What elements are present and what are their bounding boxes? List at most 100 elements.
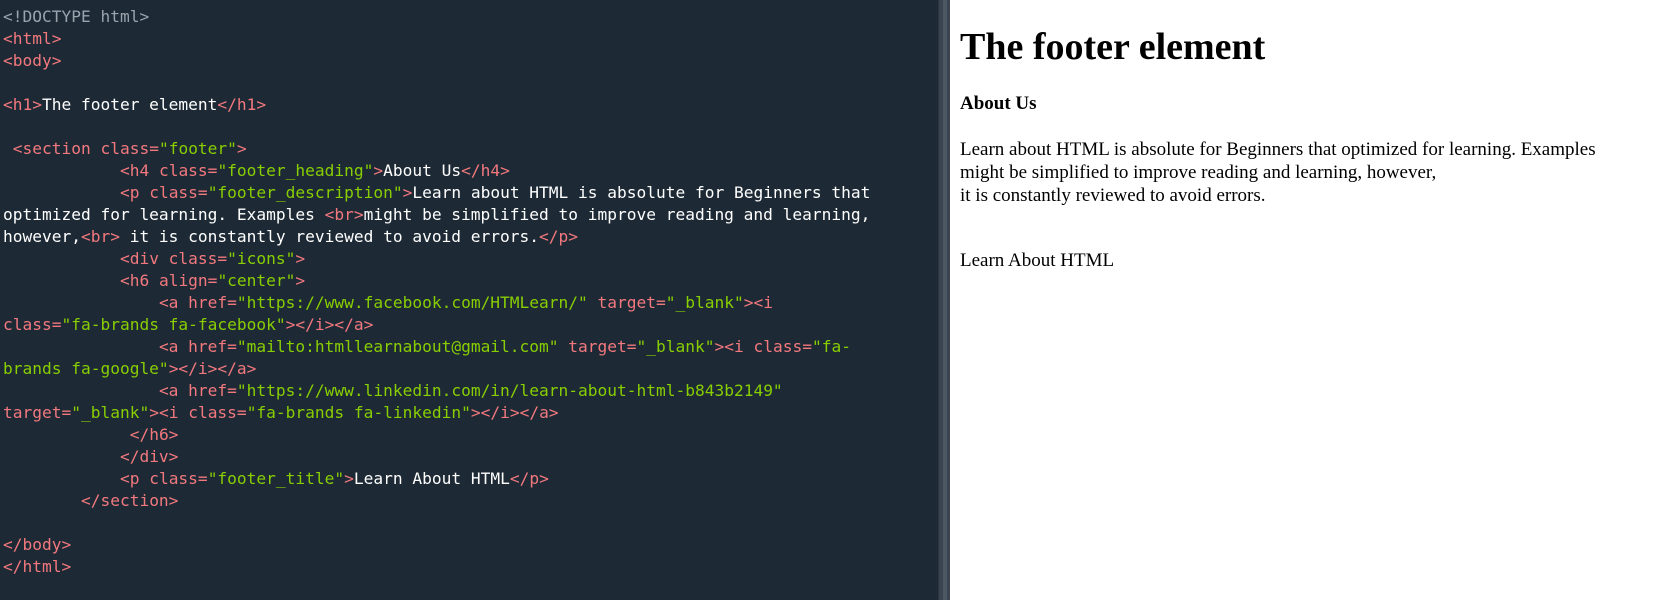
code-token: > xyxy=(373,161,384,180)
code-line: <a href="https://www.facebook.com/HTMLea… xyxy=(3,292,938,314)
code-line: target="_blank"><i class="fa-brands fa-l… xyxy=(3,402,938,424)
code-token: </section> xyxy=(80,491,179,510)
code-token: <div xyxy=(119,249,159,268)
code-editor[interactable]: <!DOCTYPE html> <html> <body> <h1>The foote… xyxy=(0,0,938,600)
result-preview: The footer element About Us Learn about … xyxy=(950,0,1667,600)
code-token: class= xyxy=(3,315,62,334)
code-token: align= xyxy=(149,271,218,290)
code-token: <h1> xyxy=(3,95,42,114)
code-token: class= xyxy=(139,183,208,202)
code-token: <p xyxy=(119,469,140,488)
code-token: class= xyxy=(743,337,812,356)
code-token: "center" xyxy=(217,271,296,290)
code-token: <h6 xyxy=(119,271,150,290)
code-token: target= xyxy=(558,337,637,356)
code-token: > xyxy=(236,139,247,158)
code-token: <a xyxy=(158,293,179,312)
code-token: ><i xyxy=(714,337,744,356)
code-line: <body> xyxy=(3,50,938,72)
code-token: "https://www.facebook.com/HTMLearn/" xyxy=(236,293,588,312)
code-token: "footer_description" xyxy=(207,183,403,202)
code-line: however,<br> it is constantly reviewed t… xyxy=(3,226,938,248)
code-token: </h1> xyxy=(217,95,267,114)
code-token: "footer" xyxy=(158,139,237,158)
code-line: <h4 class="footer_heading">About Us</h4> xyxy=(3,160,938,182)
code-token: </h4> xyxy=(461,161,510,180)
code-token: class= xyxy=(158,249,228,268)
code-line: <h1>The footer element</h1> xyxy=(3,94,938,116)
code-token: "mailto:htmllearnabout@gmail.com" xyxy=(236,337,559,356)
code-token: ></i></a> xyxy=(470,403,559,422)
tryit-editor-app: <!DOCTYPE html> <html> <body> <h1>The foote… xyxy=(0,0,1667,600)
code-token: "_blank" xyxy=(636,337,715,356)
code-token: <a xyxy=(158,381,179,400)
code-line: <a href="mailto:htmllearnabout@gmail.com… xyxy=(3,336,938,358)
code-token: > xyxy=(402,183,413,202)
code-line: </body> xyxy=(3,534,938,556)
code-token: </div> xyxy=(119,447,179,466)
code-line: </section> xyxy=(3,490,938,512)
code-token: </p> xyxy=(539,227,579,246)
code-token: <br> xyxy=(80,227,120,246)
code-line: <div class="icons"> xyxy=(3,248,938,270)
code-token: "footer_heading" xyxy=(217,161,374,180)
code-token: "footer_title" xyxy=(207,469,345,488)
code-token: target= xyxy=(587,293,666,312)
code-token: > xyxy=(295,271,306,290)
icons-container xyxy=(960,227,1667,237)
code-token: </h6> xyxy=(129,425,179,444)
code-line: </h6> xyxy=(3,424,938,446)
code-line: brands fa-google"></i></a> xyxy=(3,358,938,380)
code-token: "fa- xyxy=(811,337,851,356)
code-token: optimized for learning. Examples xyxy=(3,205,325,224)
code-line: <h6 align="center"> xyxy=(3,270,938,292)
code-token: ><i xyxy=(743,293,773,312)
pane-divider[interactable] xyxy=(938,0,950,600)
code-line: <!DOCTYPE html> xyxy=(3,6,938,28)
code-token: > xyxy=(344,469,354,488)
code-token: "https://www.linkedin.com/in/learn-about… xyxy=(236,381,783,400)
icons-row xyxy=(960,227,1667,237)
code-token: <section xyxy=(12,139,91,158)
code-line: </div> xyxy=(3,446,938,468)
code-line: optimized for learning. Examples <br>mig… xyxy=(3,204,938,226)
code-token: <html> xyxy=(3,29,62,48)
code-token: brands fa-google" xyxy=(3,359,169,378)
divider-handle[interactable] xyxy=(943,0,947,600)
code-line: <p class="footer_title">Learn About HTML… xyxy=(3,468,938,490)
code-token: "icons" xyxy=(227,249,296,268)
code-token: might be simplified to improve reading a… xyxy=(363,205,871,224)
code-token: </p> xyxy=(509,469,549,488)
code-token: </body> xyxy=(3,535,72,554)
desc-line-3: it is constantly reviewed to avoid error… xyxy=(960,185,1266,206)
code-token: </html> xyxy=(3,557,72,576)
code-token: > xyxy=(295,249,306,268)
code-token: ></i></a> xyxy=(285,315,374,334)
code-token: <a xyxy=(158,337,179,356)
code-token: <h4 xyxy=(119,161,150,180)
code-token: The footer element xyxy=(41,95,218,114)
code-token: class= xyxy=(139,469,208,488)
code-token: however, xyxy=(3,227,81,246)
code-token: About Us xyxy=(383,161,462,180)
code-line: </html> xyxy=(3,556,938,578)
code-token: "fa-brands fa-facebook" xyxy=(61,315,286,334)
code-token: "_blank" xyxy=(71,403,150,422)
code-line: <section class="footer"> xyxy=(3,138,938,160)
code-token: class= xyxy=(90,139,159,158)
code-token: it is constantly reviewed to avoid error… xyxy=(119,227,540,246)
code-token: "fa-brands fa-linkedin" xyxy=(246,403,471,422)
code-token: class= xyxy=(178,403,247,422)
footer-description: Learn about HTML is absolute for Beginne… xyxy=(960,138,1667,207)
code-line: <a href="https://www.linkedin.com/in/lea… xyxy=(3,380,938,402)
